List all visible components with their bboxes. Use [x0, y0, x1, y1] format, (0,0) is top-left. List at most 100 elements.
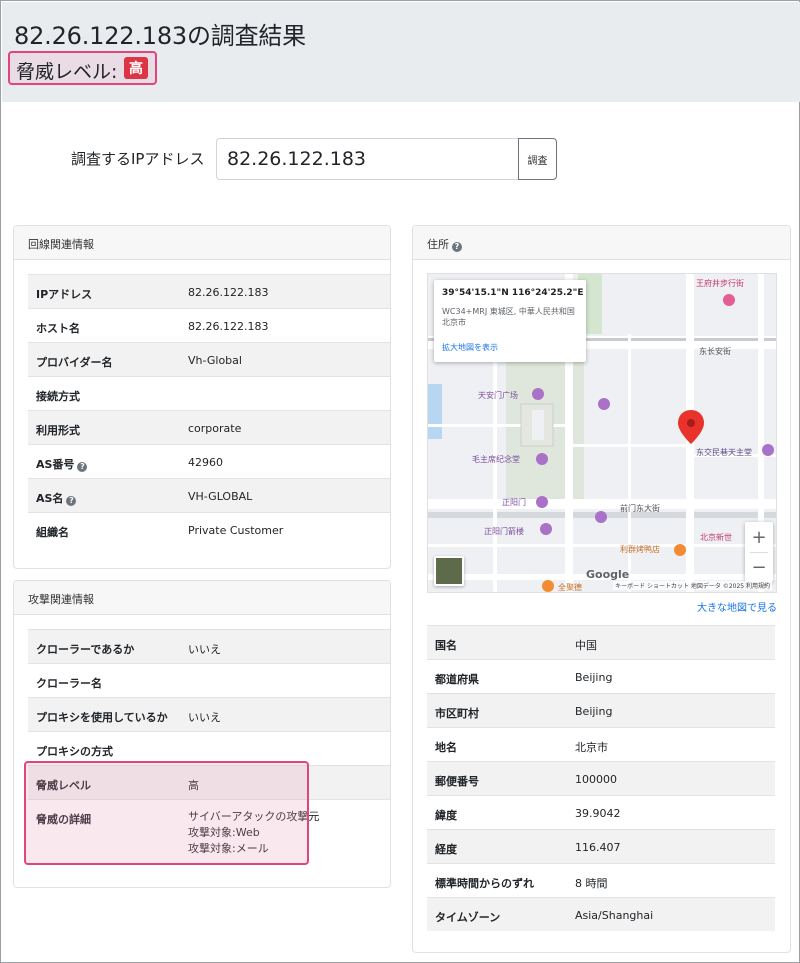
- row-key: 利用形式: [36, 424, 80, 437]
- row-value: Beijing: [575, 705, 613, 718]
- row-value: Vh-Global: [188, 354, 242, 367]
- table-row: クローラー名: [28, 663, 390, 697]
- table-row: AS名? VH-GLOBAL: [28, 478, 390, 512]
- zoom-in-button[interactable]: +: [745, 522, 773, 552]
- map-zoom-controls: + −: [745, 522, 773, 582]
- map-address: WC34+MRJ 東城区, 中華人民共和国北京市: [442, 307, 575, 327]
- table-row: 都道府県 Beijing: [427, 659, 775, 693]
- row-value: 100000: [575, 773, 617, 786]
- ip-search-input[interactable]: [216, 138, 519, 180]
- row-key: 組織名: [36, 526, 69, 539]
- search-button[interactable]: 調査: [518, 138, 557, 180]
- row-key: 都道府県: [435, 673, 479, 686]
- table-row: ホスト名 82.26.122.183: [28, 308, 390, 342]
- row-value: 8 時間: [575, 877, 608, 890]
- row-value: いいえ: [188, 711, 221, 724]
- map-label: 东长安街: [699, 347, 731, 356]
- row-key: クローラー名: [36, 677, 102, 690]
- threat-details: サイバーアタックの攻撃元 攻撃対象:Web 攻撃対象:メール: [188, 809, 319, 857]
- map-info-window: 39°54'15.1"N 116°24'25.2"E WC34+MRJ 東城区,…: [434, 280, 586, 362]
- row-key: AS番号?: [36, 456, 88, 472]
- row-value: 39.9042: [575, 807, 621, 820]
- table-row: クローラーであるか いいえ: [28, 629, 390, 663]
- page-header: 82.26.122.183の調査結果 脅威レベル: 高: [2, 2, 800, 102]
- zoom-out-button[interactable]: −: [745, 552, 773, 582]
- row-value: 中国: [575, 639, 597, 652]
- row-value: 北京市: [575, 741, 608, 754]
- row-key-text: AS番号: [36, 458, 75, 471]
- attack-info-header: 攻撃関連情報: [14, 581, 390, 615]
- map-label: 北京新世: [700, 533, 732, 542]
- map-footer: キーボード ショートカット 地図データ ©2025 利用規約: [613, 581, 772, 590]
- row-value: Private Customer: [188, 524, 284, 537]
- threat-level-label: 脅威レベル:: [16, 61, 118, 83]
- line-info-header: 回線関連情報: [14, 226, 390, 260]
- map-label: 东交民巷天主堂: [696, 448, 752, 457]
- row-value: Beijing: [575, 671, 613, 684]
- map-label: 正阳门箭楼: [484, 527, 524, 536]
- map-view[interactable]: 天安门广场 毛主席纪念堂 正阳门 正阳门箭楼 东交民巷天主堂 王府井步行街 东长…: [427, 273, 777, 593]
- table-row: IPアドレス 82.26.122.183: [28, 274, 390, 308]
- satellite-toggle[interactable]: [434, 556, 464, 586]
- table-row: 市区町村 Beijing: [427, 693, 775, 727]
- table-row: プロキシの方式: [28, 731, 390, 765]
- table-row: 地名 北京市: [427, 727, 775, 761]
- table-row: 接続方式: [28, 376, 390, 410]
- attack-info-card: 攻撃関連情報 クローラーであるか いいえ クローラー名 プロキシを使用しているか…: [13, 580, 391, 888]
- search-label: 調査するIPアドレス: [71, 150, 205, 168]
- map-label: 毛主席纪念堂: [472, 455, 520, 464]
- map-label: 天安门广场: [478, 391, 518, 400]
- attack-info-title: 攻撃関連情報: [28, 593, 94, 606]
- table-row: 経度 116.407: [427, 829, 775, 863]
- big-map-link[interactable]: 大きな地図で見る: [697, 599, 777, 614]
- address-title-text: 住所: [427, 238, 449, 251]
- row-key: 脅威の詳細: [36, 813, 91, 826]
- map-label: 前门东大街: [620, 504, 660, 513]
- row-key: 経度: [435, 843, 457, 856]
- address-header: 住所?: [413, 226, 790, 260]
- table-row: 緯度 39.9042: [427, 795, 775, 829]
- table-row: 標準時間からのずれ 8 時間: [427, 863, 775, 897]
- row-value: Asia/Shanghai: [575, 909, 654, 922]
- row-key: 国名: [435, 639, 457, 652]
- row-key: 郵便番号: [435, 775, 479, 788]
- row-key: プロバイダー名: [36, 356, 113, 369]
- help-icon[interactable]: ?: [77, 461, 88, 472]
- table-row: AS番号? 42960: [28, 444, 390, 478]
- row-key: IPアドレス: [36, 288, 93, 301]
- table-row: 郵便番号 100000: [427, 761, 775, 795]
- row-value: いいえ: [188, 643, 221, 656]
- threat-detail-line: サイバーアタックの攻撃元: [188, 810, 320, 823]
- row-value: 82.26.122.183: [188, 286, 269, 299]
- row-value: 116.407: [575, 841, 621, 854]
- row-key: 標準時間からのずれ: [435, 877, 534, 890]
- address-title: 住所?: [427, 236, 462, 252]
- row-key: クローラーであるか: [36, 643, 135, 656]
- map-coordinates: 39°54'15.1"N 116°24'25.2"E: [442, 288, 584, 298]
- row-key: タイムゾーン: [435, 911, 501, 924]
- map-label: 全聚德: [558, 583, 582, 592]
- row-value: corporate: [188, 422, 242, 435]
- help-icon[interactable]: ?: [452, 241, 462, 252]
- table-row: プロキシを使用しているか いいえ: [28, 697, 390, 731]
- row-key: 地名: [435, 741, 457, 754]
- enlarge-map-link[interactable]: 拡大地図を表示: [442, 342, 498, 353]
- line-info-card: 回線関連情報 IPアドレス 82.26.122.183 ホスト名 82.26.1…: [13, 225, 391, 569]
- map-label: 王府井步行街: [696, 279, 744, 288]
- row-key: 市区町村: [435, 707, 479, 720]
- row-key-text: AS名: [36, 492, 64, 505]
- row-key: プロキシの方式: [36, 745, 113, 758]
- table-row: 脅威の詳細 サイバーアタックの攻撃元 攻撃対象:Web 攻撃対象:メール: [28, 799, 390, 863]
- table-row: 利用形式 corporate: [28, 410, 390, 444]
- row-key: 接続方式: [36, 390, 80, 403]
- row-key: プロキシを使用しているか: [36, 711, 168, 724]
- threat-detail-line: 攻撃対象:メール: [188, 842, 269, 855]
- table-row: 組織名 Private Customer: [28, 512, 390, 546]
- table-row: 脅威レベル 高: [28, 765, 390, 799]
- help-icon[interactable]: ?: [66, 495, 77, 506]
- line-info-title: 回線関連情報: [28, 238, 94, 251]
- threat-level-badge: 高: [124, 57, 148, 79]
- row-value: 42960: [188, 456, 223, 469]
- row-value: 82.26.122.183: [188, 320, 269, 333]
- row-value: VH-GLOBAL: [188, 490, 253, 503]
